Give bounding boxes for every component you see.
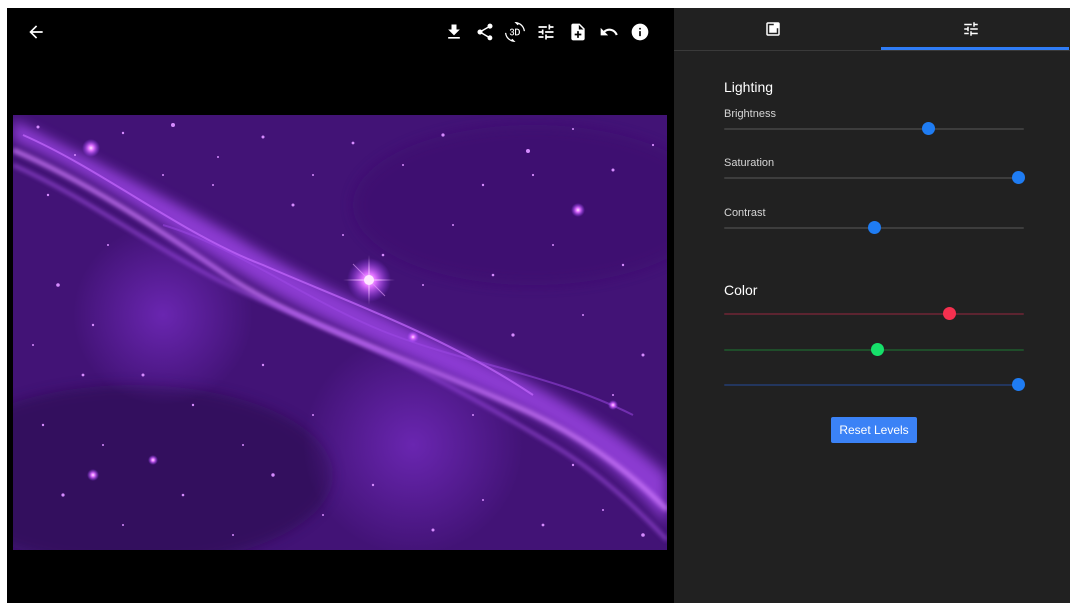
blue-slider[interactable] — [724, 378, 1025, 392]
add-photo-icon — [766, 22, 780, 36]
tab-adjust[interactable] — [872, 8, 1070, 50]
tune-button[interactable] — [535, 21, 557, 43]
undo-icon — [600, 27, 618, 36]
arrow-back-icon — [29, 25, 43, 39]
nebula-image — [13, 115, 667, 550]
image-editor-app: Lighting Brightness Saturation Contrast … — [7, 8, 1070, 603]
back-button[interactable] — [25, 21, 47, 43]
slider-thumb[interactable] — [943, 307, 956, 320]
slider-track — [724, 128, 1024, 130]
download-icon — [448, 24, 460, 39]
brightness-label: Brightness — [724, 108, 776, 120]
share-button[interactable] — [474, 21, 496, 43]
contrast-slider[interactable] — [724, 221, 1024, 235]
tab-add-photo[interactable] — [674, 8, 872, 50]
contrast-label: Contrast — [724, 207, 766, 219]
color-title: Color — [724, 282, 758, 298]
add-file-button[interactable] — [567, 21, 589, 43]
download-button[interactable] — [443, 21, 465, 43]
crop-rotate-icon — [505, 22, 525, 42]
slider-thumb[interactable] — [922, 122, 935, 135]
brightness-slider[interactable] — [724, 122, 1024, 136]
lighting-title: Lighting — [724, 79, 774, 95]
share-icon — [477, 23, 493, 41]
edit-tabs — [674, 8, 1070, 51]
slider-thumb[interactable] — [1012, 171, 1025, 184]
info-icon — [631, 23, 649, 41]
slider-thumb[interactable] — [871, 343, 884, 356]
add-file-icon — [571, 23, 585, 41]
reset-levels-button[interactable]: Reset Levels — [831, 417, 917, 443]
red-slider[interactable] — [724, 307, 1024, 321]
saturation-slider[interactable] — [724, 171, 1025, 185]
info-button[interactable] — [629, 21, 651, 43]
saturation-label: Saturation — [724, 157, 775, 169]
slider-track — [724, 313, 1024, 315]
tune-icon — [538, 24, 554, 40]
crop-rotate-button[interactable] — [504, 21, 526, 43]
slider-track — [724, 384, 1024, 386]
green-slider[interactable] — [724, 343, 1024, 357]
edit-panel: Lighting Brightness Saturation Contrast … — [674, 8, 1070, 603]
slider-track — [724, 177, 1024, 179]
slider-thumb[interactable] — [1012, 378, 1025, 391]
image-viewer — [7, 8, 674, 603]
undo-button[interactable] — [598, 21, 620, 43]
tab-indicator — [881, 47, 1069, 50]
tune-icon — [964, 22, 978, 36]
slider-thumb[interactable] — [868, 221, 881, 234]
